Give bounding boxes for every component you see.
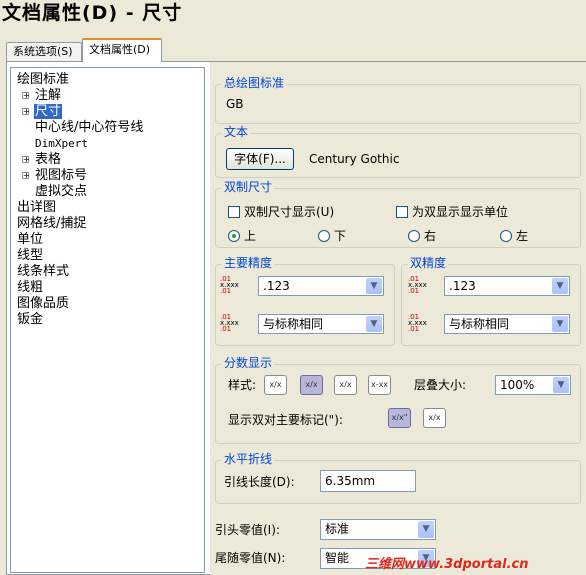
fraction-style-label: 样式:	[228, 378, 257, 392]
tree-item-units[interactable]: 单位	[17, 232, 43, 248]
position-right-label: 右	[424, 229, 437, 243]
trailing-zeros-label: 尾随零值(N):	[215, 551, 286, 565]
tree-item-centerlines[interactable]: 中心线/中心符号线	[35, 120, 143, 136]
tree-item-annotations[interactable]: 注解	[35, 88, 61, 104]
primary-precision-select[interactable]: .123 ▼	[258, 276, 384, 296]
tree-item-tables[interactable]: 表格	[35, 152, 61, 168]
standard-group-label: 总绘图标准	[222, 76, 287, 90]
tree-item-detailing[interactable]: 出详图	[17, 200, 56, 216]
expand-icon[interactable]: +	[22, 108, 30, 116]
standard-group	[215, 84, 581, 124]
tree-item-dimxpert[interactable]: DimXpert	[35, 136, 88, 152]
tree-item-grid-snap[interactable]: 网格线/捕捉	[17, 216, 86, 232]
dual-dimensions-label: 双制尺寸	[222, 180, 275, 194]
stack-size-label: 层叠大小:	[414, 378, 467, 392]
show-units-label: 为双显示显示单位	[412, 205, 509, 219]
expand-icon[interactable]: +	[22, 92, 30, 100]
dual-precision-label: 双精度	[408, 256, 449, 270]
chevron-down-icon: ▼	[553, 377, 569, 393]
chevron-down-icon: ▼	[418, 521, 434, 538]
tab-system-options[interactable]: 系统选项(S)	[6, 42, 82, 61]
window-title: 文档属性(D) - 尺寸	[0, 0, 586, 28]
chevron-down-icon: ▼	[366, 278, 382, 294]
font-button[interactable]: 字体(F)...	[226, 148, 294, 170]
tree-item-sheet-metal[interactable]: 钣金	[17, 312, 43, 328]
tree-item-image-quality[interactable]: 图像品质	[17, 296, 69, 312]
dual-display-checkbox[interactable]	[228, 206, 240, 218]
fraction-style-diagonal-button[interactable]: x/x	[334, 375, 357, 395]
position-right-radio[interactable]	[408, 230, 420, 242]
chevron-down-icon: ▼	[552, 278, 568, 294]
primary-tolerance-select[interactable]: 与标称相同 ▼	[258, 314, 384, 334]
fraction-style-stacked-button[interactable]: x/x	[300, 375, 323, 395]
tree-item-view-labels[interactable]: 视图标号	[35, 168, 87, 184]
category-tree[interactable]: 绘图标准 + 注解 + 尺寸 中心线/中心符号线 DimXpert + 表格 +…	[10, 67, 205, 573]
leading-zeros-select[interactable]: 标准 ▼	[320, 519, 436, 540]
dual-inch-mark-off-button[interactable]: x/x	[423, 408, 446, 428]
dual-inch-mark-label: 显示双对主要标记("):	[228, 413, 343, 427]
position-bottom-label: 下	[334, 229, 347, 243]
expand-icon[interactable]: +	[22, 156, 30, 164]
stack-size-select[interactable]: 100% ▼	[495, 375, 571, 395]
position-bottom-radio[interactable]	[318, 230, 330, 242]
chevron-down-icon: ▼	[366, 316, 382, 332]
dual-value-precision-icon: .01 x.xxx .01	[408, 275, 427, 295]
fraction-style-dash-button[interactable]: x-xx	[368, 375, 391, 395]
chevron-down-icon: ▼	[552, 316, 568, 332]
tree-item-line-style[interactable]: 线条样式	[17, 264, 69, 280]
tree-item-dimensions[interactable]: 尺寸	[34, 104, 63, 120]
tab-document-properties[interactable]: 文档属性(D)	[82, 38, 162, 62]
fraction-display-label: 分数显示	[222, 356, 275, 370]
watermark: 三维网www.3dportal.cn	[365, 557, 529, 572]
position-top-label: 上	[244, 229, 257, 243]
dual-precision-select[interactable]: .123 ▼	[444, 276, 570, 296]
position-left-label: 左	[516, 229, 529, 243]
font-name: Century Gothic	[309, 152, 400, 166]
tab-bar: 系统选项(S) 文档属性(D)	[0, 38, 586, 62]
position-top-radio[interactable]	[228, 230, 240, 242]
dual-display-label: 双制尺寸显示(U)	[244, 205, 335, 219]
text-group-label: 文本	[222, 125, 251, 139]
dual-inch-mark-on-button[interactable]: x/x"	[388, 408, 411, 428]
tree-item-line-thickness[interactable]: 线粗	[17, 280, 43, 296]
standard-value: GB	[226, 97, 244, 111]
primary-precision-label: 主要精度	[222, 256, 275, 270]
expand-icon[interactable]: +	[22, 172, 30, 180]
dual-tolerance-select[interactable]: 与标称相同 ▼	[444, 314, 570, 334]
position-left-radio[interactable]	[500, 230, 512, 242]
tree-item-drafting-standard[interactable]: 绘图标准	[17, 72, 69, 88]
show-units-checkbox[interactable]	[396, 206, 408, 218]
tree-item-line-font[interactable]: 线型	[17, 248, 43, 264]
leader-length-label: 引线长度(D):	[224, 475, 295, 489]
tree-item-virtual-sharps[interactable]: 虚拟交点	[35, 184, 87, 200]
tree-item-label: 绘图标准	[17, 72, 70, 87]
leader-length-input[interactable]: 6.35mm	[320, 470, 416, 492]
primary-tolerance-precision-icon: .01 x.xxx .01	[220, 313, 239, 333]
dual-tolerance-precision-icon: .01 x.xxx .01	[408, 313, 427, 333]
horizontal-break-label: 水平折线	[222, 452, 275, 466]
fraction-style-none-button[interactable]: x/x	[264, 375, 287, 395]
primary-value-precision-icon: .01 x.xxx .01	[220, 275, 239, 295]
leading-zeros-label: 引头零值(I):	[215, 523, 280, 537]
settings-area: 总绘图标准 GB 文本 字体(F)... Century Gothic 双制尺寸…	[210, 62, 586, 575]
